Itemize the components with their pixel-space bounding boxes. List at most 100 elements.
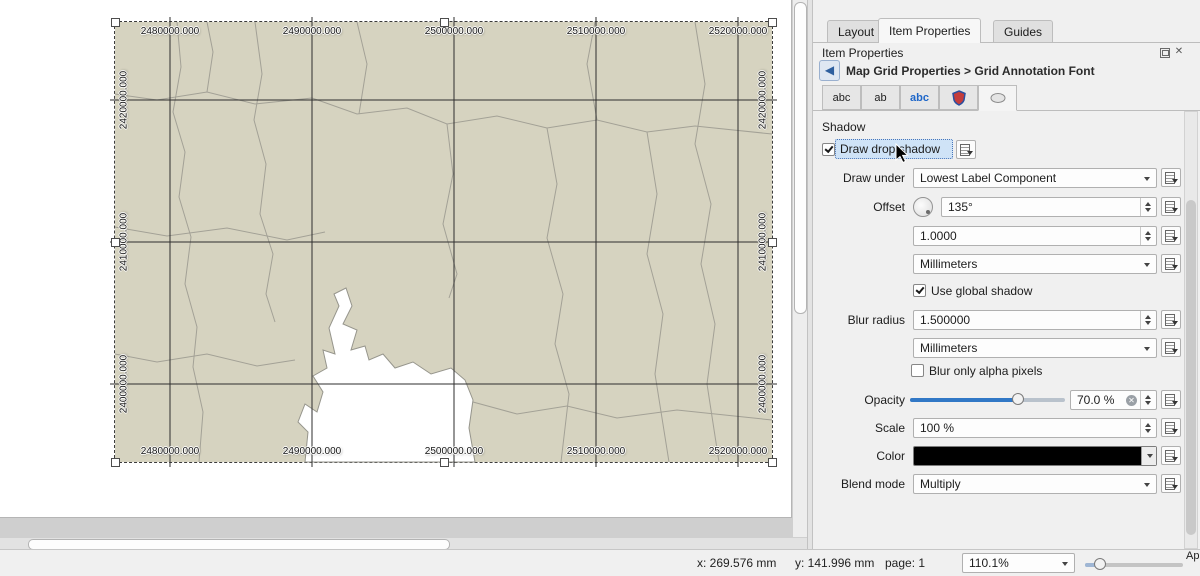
- slider-handle[interactable]: [1012, 393, 1024, 405]
- selection-handle[interactable]: [111, 18, 120, 27]
- spin-down-icon: [1145, 401, 1151, 405]
- data-defined-override-button[interactable]: [1161, 446, 1181, 465]
- tab-guides[interactable]: Guides: [993, 20, 1053, 42]
- tab-layout[interactable]: Layout: [827, 20, 885, 42]
- offset-angle-dial[interactable]: [913, 197, 933, 217]
- close-panel-icon[interactable]: ✕: [1173, 46, 1185, 57]
- background-shield-icon: [951, 90, 967, 106]
- grid-annotation: 2510000.000: [567, 26, 625, 37]
- data-defined-override-button[interactable]: [1161, 390, 1181, 409]
- spin-buttons[interactable]: [1140, 311, 1156, 329]
- panel-vertical-scrollbar[interactable]: [1184, 111, 1198, 549]
- buffer-icon: abc: [910, 92, 929, 104]
- spin-down-icon: [1145, 237, 1151, 241]
- slider-handle[interactable]: [1094, 558, 1106, 570]
- scrollbar-thumb[interactable]: [794, 2, 807, 314]
- back-button[interactable]: ◀: [819, 60, 840, 81]
- offset-units-value: Millimeters: [920, 257, 977, 271]
- tab-background[interactable]: [939, 85, 978, 110]
- draw-under-label: Draw under: [820, 168, 905, 188]
- blur-alpha-label[interactable]: Blur only alpha pixels: [929, 364, 1042, 378]
- data-defined-override-button[interactable]: [1161, 254, 1181, 273]
- draw-drop-shadow-label[interactable]: Draw drop shadow: [835, 139, 953, 159]
- blur-units-combobox[interactable]: Millimeters: [913, 338, 1157, 358]
- spin-buttons[interactable]: [1140, 419, 1156, 437]
- tab-item-properties[interactable]: Item Properties: [878, 18, 981, 43]
- canvas-vertical-scrollbar[interactable]: [793, 0, 807, 537]
- selection-handle[interactable]: [111, 458, 120, 467]
- spin-buttons[interactable]: [1140, 391, 1156, 409]
- data-defined-override-button[interactable]: [1161, 474, 1181, 493]
- grid-annotation: 2490000.000: [283, 26, 341, 37]
- dial-marker: [926, 210, 930, 214]
- dropdown-arrow-icon: [1172, 265, 1178, 269]
- selection-handle[interactable]: [768, 18, 777, 27]
- grid-annotation: 2410000.000: [119, 213, 130, 271]
- item-properties-panel: Layout Item Properties Guides Item Prope…: [813, 0, 1200, 549]
- spin-down-icon: [1145, 208, 1151, 212]
- offset-distance-value: 1.0000: [920, 229, 957, 243]
- tab-formatting[interactable]: ab: [861, 85, 900, 110]
- offset-angle-value: 135°: [948, 200, 973, 214]
- spin-up-icon: [1145, 423, 1151, 427]
- clear-value-icon[interactable]: ✕: [1126, 395, 1137, 406]
- scrollbar-thumb[interactable]: [1186, 200, 1196, 535]
- undock-panel-icon[interactable]: [1160, 48, 1170, 58]
- offset-units-combobox[interactable]: Millimeters: [913, 254, 1157, 274]
- offset-angle-spinbox[interactable]: 135°: [941, 197, 1157, 217]
- selection-handle[interactable]: [768, 458, 777, 467]
- dropdown-arrow-icon: [1172, 237, 1178, 241]
- data-defined-override-button[interactable]: [1161, 310, 1181, 329]
- blur-alpha-checkbox[interactable]: [911, 364, 924, 377]
- status-bar: x: 269.576 mm y: 141.996 mm page: 1 110.…: [0, 549, 1200, 576]
- selection-handle[interactable]: [440, 458, 449, 467]
- tab-buffer[interactable]: abc: [900, 85, 939, 110]
- text-format-icon: abc: [833, 92, 851, 104]
- use-global-shadow-label[interactable]: Use global shadow: [931, 284, 1032, 298]
- grid-annotation: 2510000.000: [567, 446, 625, 457]
- data-defined-override-button[interactable]: [1161, 338, 1181, 357]
- dropdown-arrow-icon: [1172, 208, 1178, 212]
- spin-up-icon: [1145, 395, 1151, 399]
- opacity-spinbox[interactable]: 70.0 % ✕: [1070, 390, 1157, 410]
- data-defined-override-button[interactable]: [1161, 418, 1181, 437]
- blend-mode-combobox[interactable]: Multiply: [913, 474, 1157, 494]
- blur-units-value: Millimeters: [920, 341, 977, 355]
- offset-distance-spinbox[interactable]: 1.0000: [913, 226, 1157, 246]
- selection-handle[interactable]: [440, 18, 449, 27]
- cursor-x-readout: x: 269.576 mm: [697, 556, 776, 570]
- scale-label: Scale: [820, 418, 905, 438]
- spin-down-icon: [1145, 321, 1151, 325]
- blend-mode-label: Blend mode: [820, 474, 905, 494]
- zoom-combobox[interactable]: 110.1%: [962, 553, 1075, 573]
- chevron-down-icon: [1147, 454, 1153, 458]
- layout-canvas[interactable]: 2480000.000 2490000.000 2500000.000 2510…: [0, 0, 807, 537]
- opacity-slider[interactable]: [910, 398, 1065, 402]
- draw-under-combobox[interactable]: Lowest Label Component: [913, 168, 1157, 188]
- data-defined-override-button[interactable]: [1161, 226, 1181, 245]
- layout-page[interactable]: 2480000.000 2490000.000 2500000.000 2510…: [0, 0, 792, 518]
- use-global-shadow-checkbox[interactable]: [913, 284, 926, 297]
- selection-handle[interactable]: [768, 238, 777, 247]
- shadow-color-button[interactable]: [913, 446, 1157, 466]
- tab-text-format[interactable]: abc: [822, 85, 861, 110]
- tab-shadow[interactable]: [978, 85, 1017, 111]
- data-defined-override-button[interactable]: [1161, 168, 1181, 187]
- scale-spinbox[interactable]: 100 %: [913, 418, 1157, 438]
- map-item[interactable]: 2480000.000 2490000.000 2500000.000 2510…: [115, 22, 772, 462]
- color-dropdown[interactable]: [1141, 447, 1156, 465]
- selection-handle[interactable]: [111, 238, 120, 247]
- grid-annotation: 2520000.000: [709, 26, 767, 37]
- spin-buttons[interactable]: [1140, 227, 1156, 245]
- chevron-down-icon: [1144, 177, 1150, 181]
- data-defined-override-button[interactable]: [1161, 197, 1181, 216]
- blur-radius-spinbox[interactable]: 1.500000: [913, 310, 1157, 330]
- spin-buttons[interactable]: [1140, 198, 1156, 216]
- dropdown-arrow-icon: [1172, 401, 1178, 405]
- opacity-label: Opacity: [820, 390, 905, 410]
- dropdown-arrow-icon: [1172, 179, 1178, 183]
- grid-annotation: 2410000.000: [758, 213, 769, 271]
- draw-drop-shadow-checkbox[interactable]: [822, 143, 835, 156]
- zoom-slider[interactable]: [1085, 563, 1183, 567]
- data-defined-override-button[interactable]: [956, 140, 976, 159]
